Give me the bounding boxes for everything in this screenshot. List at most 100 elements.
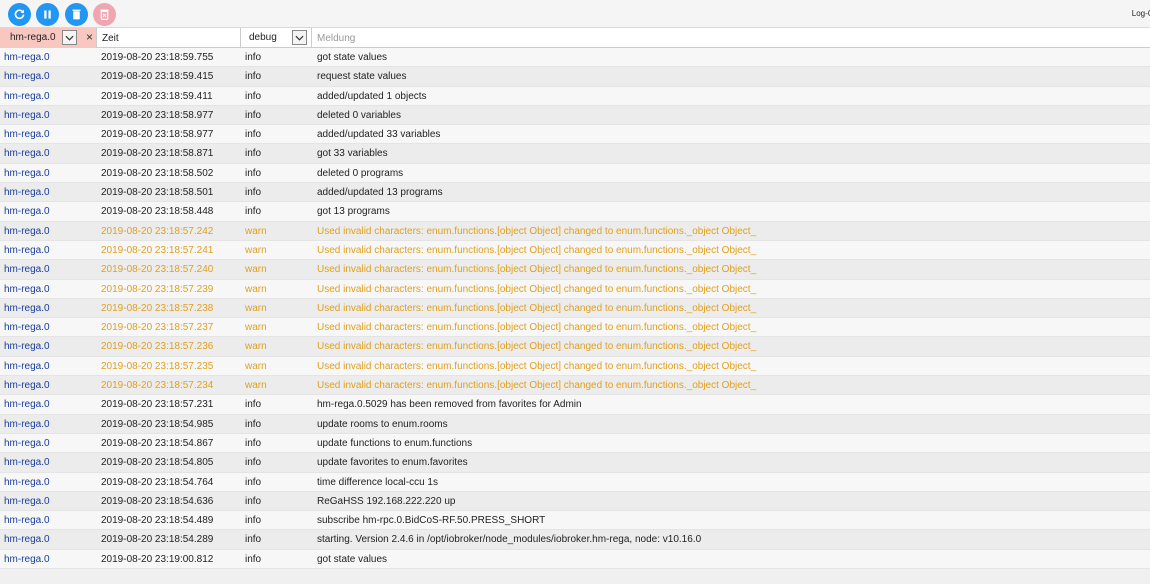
log-table: hm-rega.0 2019-08-20 23:18:59.755 info g…: [0, 48, 1150, 570]
level-dropdown-button[interactable]: [292, 30, 307, 45]
log-level: warn: [245, 380, 267, 392]
log-message: got 33 variables: [317, 148, 388, 160]
delete-log-button[interactable]: [93, 3, 116, 26]
log-message: Used invalid characters: enum.functions.…: [317, 360, 757, 372]
time-filter[interactable]: [97, 28, 241, 48]
log-row: hm-rega.0 2019-08-20 23:18:59.411 info a…: [0, 86, 1150, 106]
log-time: 2019-08-20 23:18:57.236: [101, 341, 214, 353]
log-time: 2019-08-20 23:18:58.871: [101, 148, 214, 160]
log-message: update favorites to enum.favorites: [317, 457, 468, 469]
log-row: hm-rega.0 2019-08-20 23:18:57.242 warn U…: [0, 221, 1150, 241]
clear-log-button[interactable]: [65, 3, 88, 26]
panel-title: Log-G: [1131, 9, 1150, 18]
clear-source-filter-button[interactable]: ×: [86, 30, 93, 44]
log-level: warn: [245, 264, 267, 276]
log-time: 2019-08-20 23:18:57.239: [101, 283, 214, 295]
log-source: hm-rega.0: [4, 360, 50, 372]
log-time: 2019-08-20 23:18:54.764: [101, 476, 214, 488]
time-filter-input[interactable]: [102, 31, 231, 45]
log-message: Used invalid characters: enum.functions.…: [317, 322, 757, 334]
log-message: Used invalid characters: enum.functions.…: [317, 380, 757, 392]
log-source: hm-rega.0: [4, 148, 50, 160]
log-level: info: [245, 418, 262, 430]
log-row: hm-rega.0 2019-08-20 23:18:58.502 info d…: [0, 163, 1150, 184]
log-source: hm-rega.0: [4, 380, 50, 392]
log-message: Used invalid characters: enum.functions.…: [317, 225, 757, 237]
log-time: 2019-08-20 23:18:57.240: [101, 264, 214, 276]
log-level: warn: [245, 283, 267, 295]
log-time: 2019-08-20 23:18:59.755: [101, 52, 214, 63]
log-row: hm-rega.0 2019-08-20 23:18:54.489 info s…: [0, 511, 1150, 531]
log-time: 2019-08-20 23:18:57.235: [101, 360, 214, 372]
log-level: info: [245, 129, 262, 141]
log-time: 2019-08-20 23:18:58.501: [101, 187, 214, 199]
log-source: hm-rega.0: [4, 206, 50, 218]
log-time: 2019-08-20 23:18:57.241: [101, 244, 214, 256]
log-time: 2019-08-20 23:18:59.411: [101, 90, 213, 102]
log-source: hm-rega.0: [4, 167, 50, 179]
log-source: hm-rega.0: [4, 515, 50, 527]
source-dropdown-button[interactable]: [62, 30, 77, 45]
log-level: info: [245, 457, 262, 469]
log-row: hm-rega.0 2019-08-20 23:18:57.234 warn U…: [0, 376, 1150, 396]
log-source: hm-rega.0: [4, 534, 50, 546]
log-row: hm-rega.0 2019-08-20 23:19:00.812 info g…: [0, 549, 1150, 570]
log-row: hm-rega.0 2019-08-20 23:18:54.985 info u…: [0, 414, 1150, 434]
log-level: warn: [245, 322, 267, 334]
level-filter[interactable]: debug: [241, 28, 312, 48]
message-filter-input[interactable]: [317, 31, 1072, 45]
log-level: info: [245, 167, 262, 179]
log-source: hm-rega.0: [4, 90, 50, 102]
log-row: hm-rega.0 2019-08-20 23:18:58.501 info a…: [0, 183, 1150, 203]
log-time: 2019-08-20 23:18:59.415: [101, 71, 214, 83]
log-time: 2019-08-20 23:18:54.805: [101, 457, 214, 469]
log-time: 2019-08-20 23:19:00.812: [101, 553, 214, 565]
message-filter[interactable]: [312, 28, 1150, 48]
log-source: hm-rega.0: [4, 418, 50, 430]
chevron-down-icon: [65, 35, 74, 41]
log-time: 2019-08-20 23:18:54.489: [101, 515, 214, 527]
log-time: 2019-08-20 23:18:54.289: [101, 534, 214, 546]
log-time: 2019-08-20 23:18:58.502: [101, 167, 214, 179]
log-level: info: [245, 206, 262, 218]
log-source: hm-rega.0: [4, 264, 50, 276]
log-level: info: [245, 553, 262, 565]
level-filter-value: debug: [249, 32, 277, 43]
log-message: update rooms to enum.rooms: [317, 418, 448, 430]
log-message: deleted 0 programs: [317, 167, 404, 179]
log-message: got 13 programs: [317, 206, 390, 218]
log-source: hm-rega.0: [4, 322, 50, 334]
log-row: hm-rega.0 2019-08-20 23:18:54.636 info R…: [0, 491, 1150, 512]
log-message: request state values: [317, 71, 407, 83]
log-level: warn: [245, 302, 267, 314]
log-row: hm-rega.0 2019-08-20 23:18:57.239 warn U…: [0, 279, 1150, 299]
log-source: hm-rega.0: [4, 225, 50, 237]
log-level: warn: [245, 341, 267, 353]
log-source: hm-rega.0: [4, 476, 50, 488]
log-row: hm-rega.0 2019-08-20 23:18:57.236 warn U…: [0, 337, 1150, 357]
log-level: info: [245, 437, 262, 449]
log-row: hm-rega.0 2019-08-20 23:18:57.235 warn U…: [0, 356, 1150, 377]
chevron-down-icon: [295, 35, 304, 41]
log-source: hm-rega.0: [4, 283, 50, 295]
log-level: info: [245, 187, 262, 199]
log-message: ReGaHSS 192.168.222.220 up: [317, 495, 456, 507]
refresh-button[interactable]: [8, 3, 31, 26]
log-time: 2019-08-20 23:18:58.977: [101, 129, 214, 141]
pause-button[interactable]: [36, 3, 59, 26]
log-message: time difference local-ccu 1s: [317, 476, 438, 488]
log-level: warn: [245, 225, 267, 237]
log-message: got state values: [317, 52, 388, 63]
log-message: Used invalid characters: enum.functions.…: [317, 341, 757, 353]
toolbar: Log-G: [0, 0, 1150, 28]
log-row: hm-rega.0 2019-08-20 23:18:54.867 info u…: [0, 433, 1150, 454]
log-row: hm-rega.0 2019-08-20 23:18:58.977 info d…: [0, 105, 1150, 126]
log-row: hm-rega.0 2019-08-20 23:18:57.231 info h…: [0, 395, 1150, 415]
trash-icon: [72, 9, 81, 20]
log-message: starting. Version 2.4.6 in /opt/iobroker…: [317, 534, 702, 546]
log-message: hm-rega.0.5029 has been removed from fav…: [317, 399, 582, 411]
log-source: hm-rega.0: [4, 437, 50, 449]
log-source: hm-rega.0: [4, 495, 50, 507]
source-filter[interactable]: hm-rega.0 ×: [0, 28, 97, 48]
log-source: hm-rega.0: [4, 187, 50, 199]
